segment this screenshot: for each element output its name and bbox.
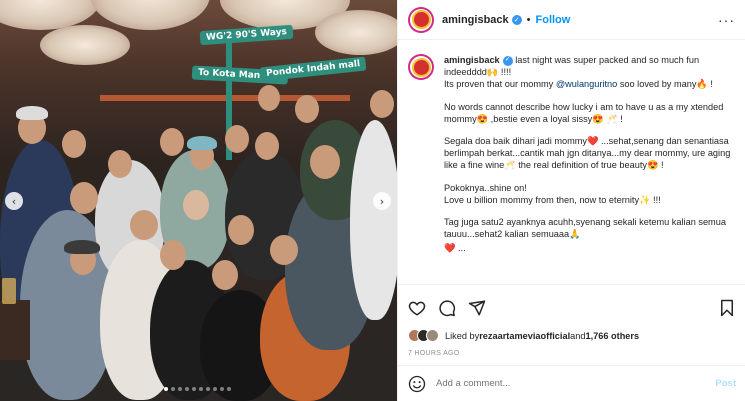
face: [258, 85, 280, 111]
face: [295, 95, 319, 123]
carousel-dot: [220, 387, 224, 391]
caption-paragraph: Pokoknya..shine on! Love u billion mommy…: [444, 182, 661, 205]
ceiling-lamp: [315, 10, 397, 55]
face: [130, 210, 158, 240]
follow-button[interactable]: Follow: [536, 14, 571, 26]
avatar-image: [411, 10, 431, 29]
sign-right: Pondok Indah mall: [259, 56, 367, 82]
mention-link[interactable]: @wulanguritno: [556, 79, 617, 89]
heart-icon[interactable]: [408, 299, 426, 317]
chevron-right-icon: ›: [379, 194, 385, 208]
actions-section: Liked by rezaartameviaofficial and 1,766…: [398, 284, 745, 357]
post-timestamp[interactable]: 7 HOURS AGO: [408, 350, 736, 357]
caption-paragraph: Segala doa baik dihari jadi mommy❤️ ...s…: [444, 136, 733, 171]
more-options-icon[interactable]: ···: [718, 12, 735, 28]
verified-badge-icon: ✓: [511, 14, 522, 25]
drink-glass: [2, 278, 16, 304]
caption-text: amingisback ✓ last night was super packed…: [444, 54, 736, 265]
face: [370, 90, 394, 118]
avatar: [426, 329, 439, 342]
person: [350, 120, 397, 320]
others-count-link[interactable]: 1,766 others: [585, 331, 639, 341]
carousel-dot: [178, 387, 182, 391]
carousel-dot: [199, 387, 203, 391]
face: [70, 182, 98, 214]
carousel-dot: [185, 387, 189, 391]
face: [183, 190, 209, 220]
cap: [16, 106, 48, 120]
carousel-dot: [192, 387, 196, 391]
ceiling-lamp: [90, 0, 210, 30]
headscarf: [187, 136, 217, 150]
separator-dot: •: [526, 13, 531, 26]
and-label: and: [570, 330, 586, 341]
face: [310, 145, 340, 179]
emoji-icon[interactable]: [408, 375, 426, 393]
bookmark-icon[interactable]: [718, 299, 736, 317]
post-panel: amingisback ✓ • Follow ··· amingisback ✓ …: [397, 0, 745, 401]
post-comment-button[interactable]: Post: [715, 378, 736, 389]
verified-badge-icon: ✓: [502, 55, 513, 66]
face: [160, 128, 184, 156]
caption-paragraph: ❤️ ...: [444, 243, 466, 254]
liker-avatars[interactable]: [408, 329, 439, 342]
face: [212, 260, 238, 290]
comment-bar: Post: [398, 365, 745, 401]
carousel-indicator: [164, 387, 231, 391]
post-photo[interactable]: WG'2 90'S Ways To Kota Mangkal Pondok In…: [0, 0, 397, 401]
face: [108, 150, 132, 178]
carousel-dot: [213, 387, 217, 391]
face: [160, 240, 186, 270]
caption-username[interactable]: amingisback: [444, 55, 500, 65]
carousel-dot: [164, 387, 168, 391]
likes-summary: Liked by rezaartameviaofficial and 1,766…: [408, 329, 736, 342]
carousel-dot: [171, 387, 175, 391]
post-header: amingisback ✓ • Follow ···: [398, 0, 745, 40]
avatar[interactable]: [408, 6, 434, 33]
face: [270, 235, 298, 265]
chevron-left-icon: ‹: [11, 194, 17, 208]
ceiling-lamp: [40, 25, 130, 65]
liked-by-user-link[interactable]: rezaartameviaofficial: [479, 331, 570, 341]
carousel-dot: [227, 387, 231, 391]
caption-paragraph: Tag juga satu2 ayanknya acuhh,syenang se…: [444, 217, 729, 240]
hat: [64, 240, 100, 254]
comment-input[interactable]: [436, 378, 716, 389]
sign-top: WG'2 90'S Ways: [199, 24, 294, 46]
caption-avatar[interactable]: [408, 54, 434, 80]
table: [0, 300, 30, 360]
face: [228, 215, 254, 245]
face: [225, 125, 249, 153]
caption-paragraph: No words cannot describe how lucky i am …: [444, 101, 726, 124]
carousel-dot: [206, 387, 210, 391]
liked-by-label: Liked by: [445, 330, 480, 341]
previous-slide-button[interactable]: ‹: [5, 192, 23, 210]
comment-icon[interactable]: [438, 299, 456, 317]
share-icon[interactable]: [468, 299, 486, 317]
face: [62, 130, 86, 158]
next-slide-button[interactable]: ›: [373, 192, 391, 210]
caption-line-2: Its proven that our mommy: [444, 79, 556, 90]
avatar-image: [411, 57, 431, 77]
username-link[interactable]: amingisback: [442, 14, 509, 26]
caption-line-2-end: soo loved by many🔥 !: [617, 79, 713, 90]
face: [255, 132, 279, 160]
caption-scroll-area[interactable]: amingisback ✓ last night was super packed…: [398, 40, 745, 284]
